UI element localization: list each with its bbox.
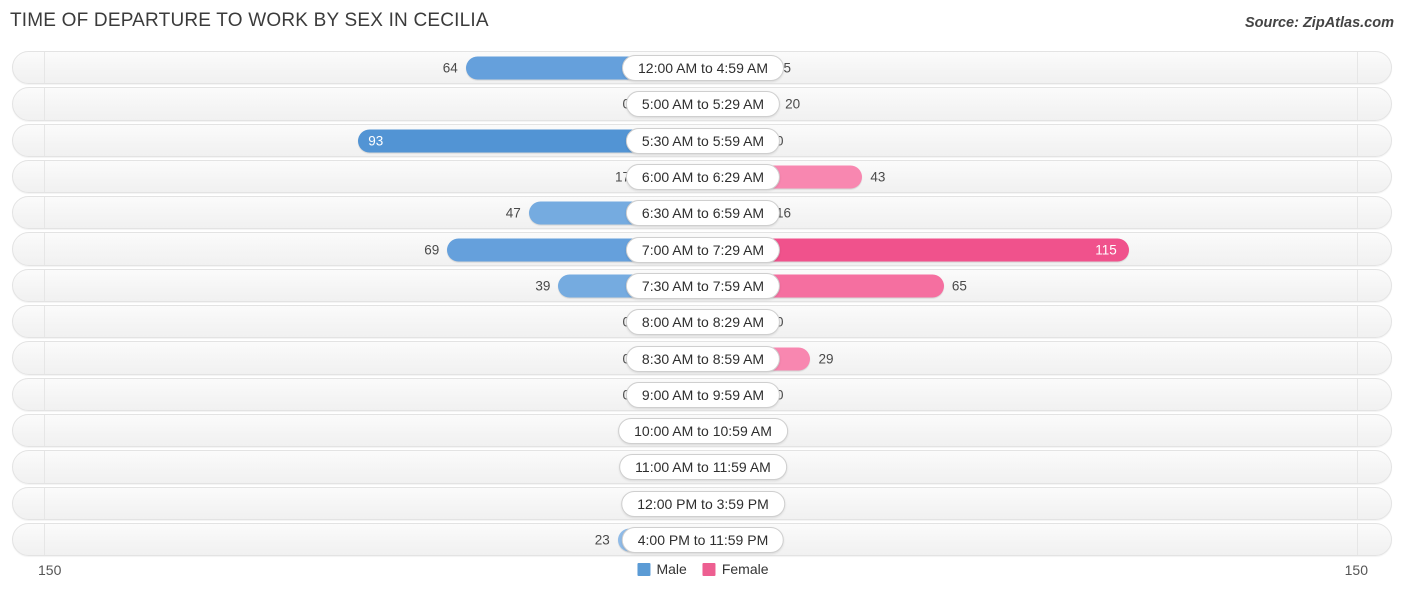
legend-swatch-male-icon — [637, 562, 651, 576]
track-divider-right — [1357, 197, 1358, 229]
track-divider-left — [44, 88, 45, 120]
track-divider-left — [44, 378, 45, 410]
track-divider-left — [44, 414, 45, 447]
page-title: TIME OF DEPARTURE TO WORK BY SEX IN CECI… — [10, 10, 489, 31]
legend-item-female[interactable]: Female — [702, 561, 769, 577]
track-divider-right — [1357, 160, 1358, 193]
track-divider-right — [1357, 233, 1358, 265]
row-category-label: 8:30 AM to 8:59 AM — [625, 345, 781, 372]
chart-row: 0010:00 AM to 10:59 AM — [0, 413, 1406, 449]
row-category-label: 5:00 AM to 5:29 AM — [625, 91, 781, 118]
track-divider-left — [44, 124, 45, 156]
chart-row: 0011:00 AM to 11:59 AM — [0, 449, 1406, 485]
track-divider-left — [44, 160, 45, 193]
track-divider-right — [1357, 451, 1358, 483]
legend-label-male: Male — [656, 561, 687, 577]
track-divider-right — [1357, 88, 1358, 120]
track-divider-right — [1357, 342, 1358, 374]
bar-value-female: 65 — [951, 278, 967, 294]
chart-row: 9305:30 AM to 5:59 AM — [0, 123, 1406, 159]
row-category-label: 6:30 AM to 6:59 AM — [625, 200, 781, 227]
row-category-label: 9:00 AM to 9:59 AM — [625, 381, 781, 408]
track-divider-left — [44, 197, 45, 229]
track-divider-left — [44, 269, 45, 302]
chart-row: 47 16 6:30 AM to 6:59 AM — [0, 195, 1406, 231]
chart-legend: Male Female — [637, 561, 769, 577]
chart-row: 008:00 AM to 8:29 AM — [0, 304, 1406, 340]
chart-row: 17 43 6:00 AM to 6:29 AM — [0, 159, 1406, 195]
chart-row: 641512:00 AM to 4:59 AM — [0, 50, 1406, 86]
row-category-label: 8:00 AM to 8:29 AM — [625, 309, 781, 336]
bar-value-male: 64 — [442, 60, 458, 76]
track-divider-left — [44, 523, 45, 556]
bar-value-male: 93 — [368, 133, 384, 149]
row-category-label: 4:00 PM to 11:59 PM — [621, 527, 785, 553]
bar-value-male: 39 — [535, 278, 551, 294]
chart-rows: 641512:00 AM to 4:59 AM0205:00 AM to 5:2… — [0, 50, 1406, 558]
bar-value-female: 20 — [785, 96, 801, 112]
track-divider-right — [1357, 52, 1358, 84]
axis-max-right: 150 — [1344, 562, 1368, 578]
bar-value-male: 69 — [424, 242, 440, 258]
source-attribution: Source: ZipAtlas.com — [1244, 15, 1394, 31]
chart-row: 009:00 AM to 9:59 AM — [0, 377, 1406, 413]
row-category-label: 10:00 AM to 10:59 AM — [618, 418, 788, 445]
row-category-label: 12:00 AM to 4:59 AM — [622, 55, 784, 82]
bar-value-male: 47 — [505, 205, 521, 221]
bar-value-female: 115 — [1095, 242, 1117, 258]
track-divider-left — [44, 451, 45, 483]
row-category-label: 12:00 PM to 3:59 PM — [621, 490, 785, 517]
bar-value-female: 43 — [870, 169, 886, 185]
row-category-label: 6:00 AM to 6:29 AM — [625, 164, 781, 191]
row-category-label: 11:00 AM to 11:59 AM — [619, 454, 787, 481]
track-divider-right — [1357, 124, 1358, 156]
legend-swatch-female-icon — [702, 562, 716, 576]
track-divider-right — [1357, 414, 1358, 447]
row-category-label: 7:30 AM to 7:59 AM — [625, 272, 781, 299]
chart-row: 39 65 7:30 AM to 7:59 AM — [0, 268, 1406, 304]
bar-value-male: 23 — [594, 532, 610, 548]
track-divider-right — [1357, 378, 1358, 410]
track-divider-left — [44, 342, 45, 374]
track-divider-right — [1357, 269, 1358, 302]
chart-row: 69 115 7:00 AM to 7:29 AM — [0, 231, 1406, 267]
chart-row: 0205:00 AM to 5:29 AM — [0, 86, 1406, 122]
track-divider-right — [1357, 523, 1358, 556]
axis-max-left: 150 — [38, 562, 62, 578]
chart-row: 2304:00 PM to 11:59 PM — [0, 522, 1406, 558]
track-divider-left — [44, 487, 45, 519]
row-category-label: 5:30 AM to 5:59 AM — [625, 127, 781, 154]
chart-row: 0012:00 PM to 3:59 PM — [0, 486, 1406, 522]
track-divider-left — [44, 233, 45, 265]
chart-page: TIME OF DEPARTURE TO WORK BY SEX IN CECI… — [0, 0, 1406, 595]
track-divider-right — [1357, 487, 1358, 519]
row-category-label: 7:00 AM to 7:29 AM — [625, 236, 781, 263]
track-divider-right — [1357, 306, 1358, 338]
chart-row: 0298:30 AM to 8:59 AM — [0, 340, 1406, 376]
track-divider-left — [44, 306, 45, 338]
chart-header: TIME OF DEPARTURE TO WORK BY SEX IN CECI… — [0, 0, 1406, 42]
legend-item-male[interactable]: Male — [637, 561, 687, 577]
track-divider-left — [44, 52, 45, 84]
chart-footer: 150 Male Female 150 — [0, 558, 1406, 588]
legend-label-female: Female — [721, 561, 769, 577]
bar-value-female: 29 — [818, 351, 834, 367]
